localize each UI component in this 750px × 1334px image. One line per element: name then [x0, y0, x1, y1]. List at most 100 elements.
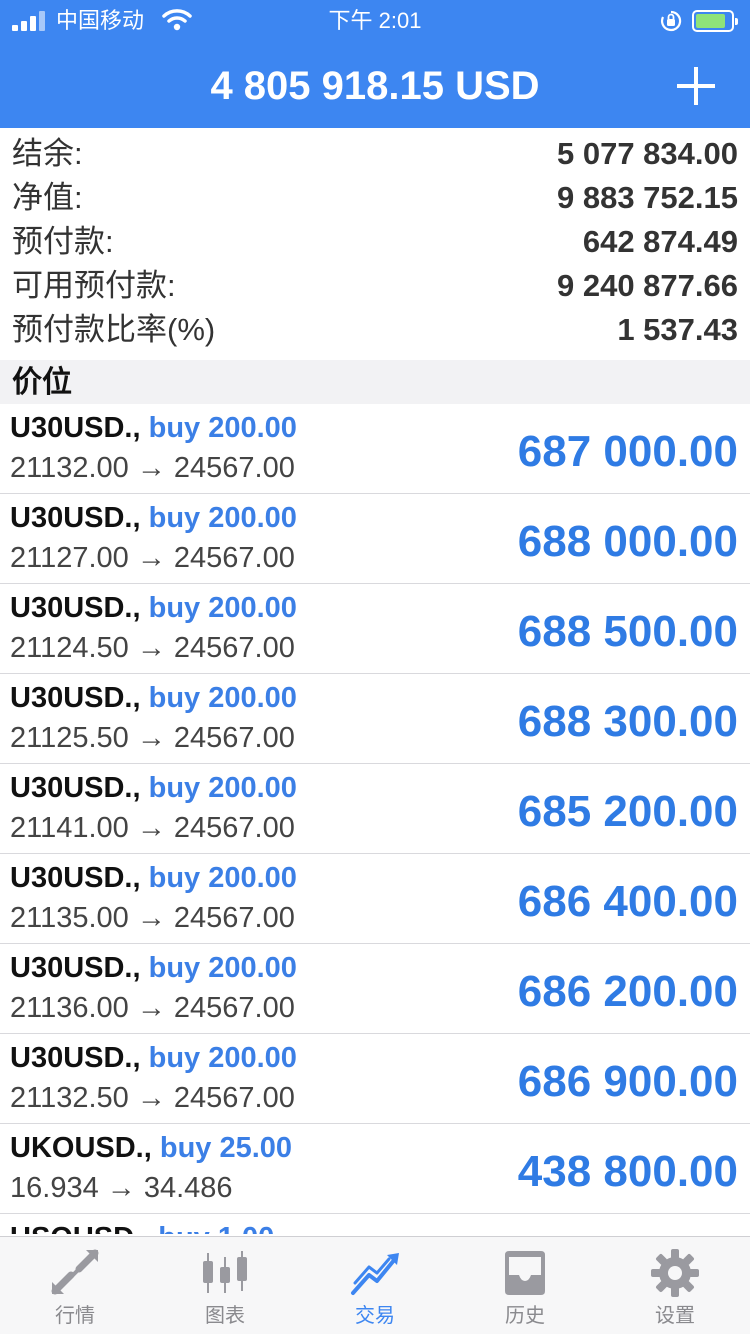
summary-row-margin-level: 预付款比率(%) 1 537.43 — [0, 308, 750, 352]
position-side: buy 200.00 — [148, 592, 297, 624]
position-symbol: U30USD., — [10, 682, 141, 714]
positions-section-header: 价位 — [0, 360, 750, 404]
summary-row-equity: 净值: 9 883 752.15 — [0, 176, 750, 220]
tab-quotes[interactable]: 行情 — [0, 1237, 150, 1334]
position-profit: 688 000.00 — [517, 517, 738, 566]
position-side: buy 200.00 — [148, 412, 297, 444]
settings-gear-icon — [651, 1249, 699, 1297]
position-profit: 438 800.00 — [517, 1147, 738, 1196]
summary-value: 1 537.43 — [617, 312, 738, 347]
position-side: buy 200.00 — [148, 1042, 297, 1074]
position-symbol-line: U30USD., buy 200.00 — [10, 770, 297, 806]
position-profit: 688 300.00 — [517, 697, 738, 746]
tab-bar: 行情 图表 交易 历史 设置 — [0, 1236, 750, 1334]
position-symbol-line: U30USD., buy 200.00 — [10, 590, 297, 626]
candlestick-chart-icon — [203, 1251, 247, 1293]
position-prices: 16.934 → 34.486 — [10, 1172, 233, 1204]
position-symbol-line: U30USD., buy 200.00 — [10, 1040, 297, 1076]
position-prices: 21127.00 → 24567.00 — [10, 542, 295, 574]
position-symbol-line: U30USD., buy 200.00 — [10, 860, 297, 896]
quotes-arrows-icon — [51, 1249, 99, 1295]
summary-label: 预付款: — [12, 224, 114, 259]
position-row[interactable]: U30USD., buy 200.00 21135.00 → 24567.00 … — [0, 854, 750, 944]
position-side: buy 1.00 — [158, 1222, 274, 1234]
summary-value: 642 874.49 — [582, 224, 738, 259]
position-symbol: UKOUSD., — [10, 1132, 152, 1164]
tab-label: 设置 — [655, 1305, 695, 1327]
summary-row-margin: 预付款: 642 874.49 — [0, 220, 750, 264]
position-prices: 21136.00 → 24567.00 — [10, 992, 295, 1024]
position-row[interactable]: U30USD., buy 200.00 21141.00 → 24567.00 … — [0, 764, 750, 854]
position-symbol-line: USOUSD., buy 1.00 — [10, 1220, 274, 1234]
balance-title: 4 805 918.15 USD — [210, 64, 540, 108]
position-row[interactable]: U30USD., buy 200.00 21132.50 → 24567.00 … — [0, 1034, 750, 1124]
summary-row-free-margin: 可用预付款: 9 240 877.66 — [0, 264, 750, 308]
history-inbox-icon — [505, 1251, 545, 1295]
position-symbol: U30USD., — [10, 412, 141, 444]
summary-value: 9 883 752.15 — [556, 180, 738, 215]
position-row[interactable]: UKOUSD., buy 25.00 16.934 → 34.486 438 8… — [0, 1124, 750, 1214]
position-prices: 21132.50 → 24567.00 — [10, 1082, 295, 1114]
tab-label: 图表 — [205, 1305, 245, 1327]
position-row[interactable]: U30USD., buy 200.00 21125.50 → 24567.00 … — [0, 674, 750, 764]
position-prices: 21135.00 → 24567.00 — [10, 902, 295, 934]
trade-trend-icon — [351, 1253, 399, 1295]
position-profit: 686 400.00 — [517, 877, 738, 926]
tab-trade[interactable]: 交易 — [300, 1237, 450, 1334]
summary-label: 结余: — [12, 136, 83, 171]
position-row[interactable]: U30USD., buy 200.00 21124.50 → 24567.00 … — [0, 584, 750, 674]
position-row[interactable]: U30USD., buy 200.00 21136.00 → 24567.00 … — [0, 944, 750, 1034]
position-symbol: U30USD., — [10, 772, 141, 804]
position-profit: 686 900.00 — [517, 1057, 738, 1106]
position-side: buy 200.00 — [148, 682, 297, 714]
tab-settings[interactable]: 设置 — [600, 1237, 750, 1334]
position-prices: 21132.00 → 24567.00 — [10, 452, 295, 484]
summary-value: 9 240 877.66 — [556, 268, 738, 303]
position-prices: 21125.50 → 24567.00 — [10, 722, 295, 754]
summary-label: 可用预付款: — [12, 268, 176, 303]
position-side: buy 200.00 — [148, 502, 297, 534]
position-profit: 688 500.00 — [517, 607, 738, 656]
summary-value: 5 077 834.00 — [556, 136, 738, 171]
position-symbol-line: U30USD., buy 200.00 — [10, 950, 297, 986]
summary-row-balance: 结余: 5 077 834.00 — [0, 132, 750, 176]
position-profit: 686 200.00 — [517, 967, 738, 1016]
position-row[interactable]: U30USD., buy 200.00 21127.00 → 24567.00 … — [0, 494, 750, 584]
position-symbol: U30USD., — [10, 952, 141, 984]
position-row[interactable]: U30USD., buy 200.00 21132.00 → 24567.00 … — [0, 404, 750, 494]
position-row[interactable]: USOUSD., buy 1.00 — [0, 1214, 750, 1234]
position-profit: 687 000.00 — [517, 427, 738, 476]
position-prices: 21141.00 → 24567.00 — [10, 812, 295, 844]
plus-icon[interactable] — [668, 58, 724, 114]
position-side: buy 25.00 — [159, 1132, 293, 1164]
summary-label: 净值: — [12, 180, 83, 215]
section-title: 价位 — [12, 366, 72, 399]
tab-charts[interactable]: 图表 — [150, 1237, 300, 1334]
battery-icon — [692, 10, 738, 32]
positions-list[interactable]: U30USD., buy 200.00 21132.00 → 24567.00 … — [0, 404, 750, 1234]
position-prices: 21124.50 → 24567.00 — [10, 632, 295, 664]
orientation-lock-icon — [660, 10, 682, 32]
account-summary: 结余: 5 077 834.00 净值: 9 883 752.15 预付款: 6… — [0, 132, 750, 352]
position-symbol: U30USD., — [10, 592, 141, 624]
position-symbol-line: U30USD., buy 200.00 — [10, 500, 297, 536]
position-symbol: U30USD., — [10, 1042, 141, 1074]
position-symbol-line: U30USD., buy 200.00 — [10, 680, 297, 716]
position-symbol: USOUSD., — [10, 1222, 150, 1234]
position-symbol: U30USD., — [10, 502, 141, 534]
tab-label: 历史 — [505, 1305, 545, 1327]
position-side: buy 200.00 — [148, 772, 297, 804]
position-side: buy 200.00 — [148, 862, 297, 894]
position-symbol: U30USD., — [10, 862, 141, 894]
tab-label: 行情 — [55, 1305, 95, 1327]
position-profit: 685 200.00 — [517, 787, 738, 836]
summary-label: 预付款比率(%) — [12, 312, 216, 347]
battery-level — [696, 14, 725, 28]
position-symbol-line: UKOUSD., buy 25.00 — [10, 1130, 292, 1166]
tab-history[interactable]: 历史 — [450, 1237, 600, 1334]
top-bar: 中国移动 下午 2:01 4 805 918.15 USD — [0, 0, 750, 128]
position-symbol-line: U30USD., buy 200.00 — [10, 410, 297, 446]
status-bar: 中国移动 下午 2:01 — [0, 0, 750, 44]
status-time: 下午 2:01 — [328, 8, 422, 33]
position-side: buy 200.00 — [148, 952, 297, 984]
